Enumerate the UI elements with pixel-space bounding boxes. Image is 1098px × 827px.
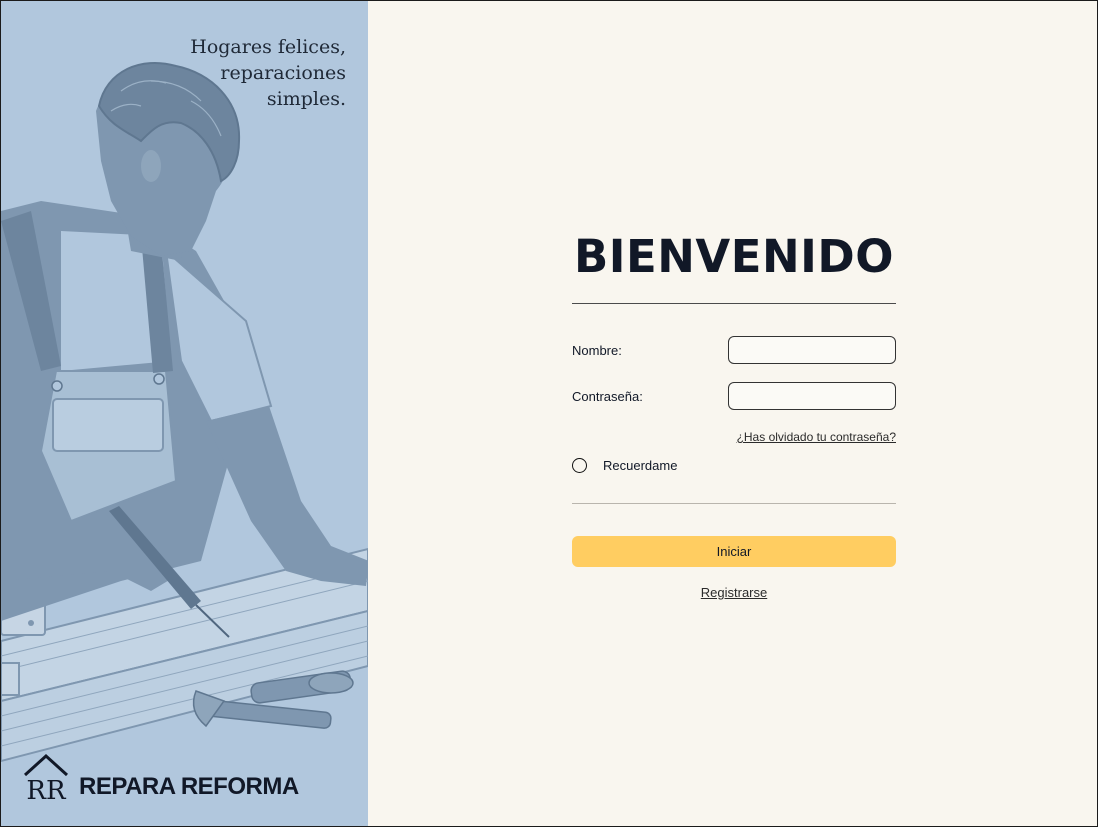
login-button[interactable]: Iniciar — [572, 536, 896, 567]
remember-me-label: Recuerdame — [603, 458, 678, 473]
login-screen: Hogares felices, reparaciones simples. R… — [0, 0, 1098, 827]
remember-me-radio[interactable] — [572, 458, 587, 473]
login-form: BIENVENIDO Nombre: Contraseña: ¿Has olvi… — [572, 227, 896, 600]
password-row: Contraseña: — [572, 380, 896, 412]
page-title: BIENVENIDO — [573, 230, 895, 283]
tagline-line-3: simples. — [266, 88, 346, 110]
carpenter-illustration — [1, 61, 368, 763]
logo-monogram: RR — [26, 776, 67, 801]
password-input[interactable] — [728, 382, 896, 410]
remember-me[interactable]: Recuerdame — [572, 458, 896, 473]
forgot-password-link[interactable]: ¿Has olvidado tu contraseña? — [572, 430, 896, 444]
tagline-line-1: Hogares felices, — [190, 36, 346, 58]
register-link[interactable]: Registrarse — [572, 585, 896, 600]
tagline: Hogares felices, reparaciones simples. — [126, 34, 346, 112]
password-label: Contraseña: — [572, 388, 643, 404]
name-input[interactable] — [728, 336, 896, 364]
house-logo-icon: RR — [23, 753, 69, 801]
name-label: Nombre: — [572, 342, 622, 358]
title-divider — [572, 303, 896, 304]
brand-panel: Hogares felices, reparaciones simples. R… — [1, 1, 368, 826]
tagline-line-2: reparaciones — [220, 62, 346, 84]
logo-text: REPARA REFORMA — [79, 773, 299, 800]
name-row: Nombre: — [572, 334, 896, 366]
brand-logo: RR REPARA REFORMA — [23, 753, 299, 801]
form-divider — [572, 503, 896, 504]
